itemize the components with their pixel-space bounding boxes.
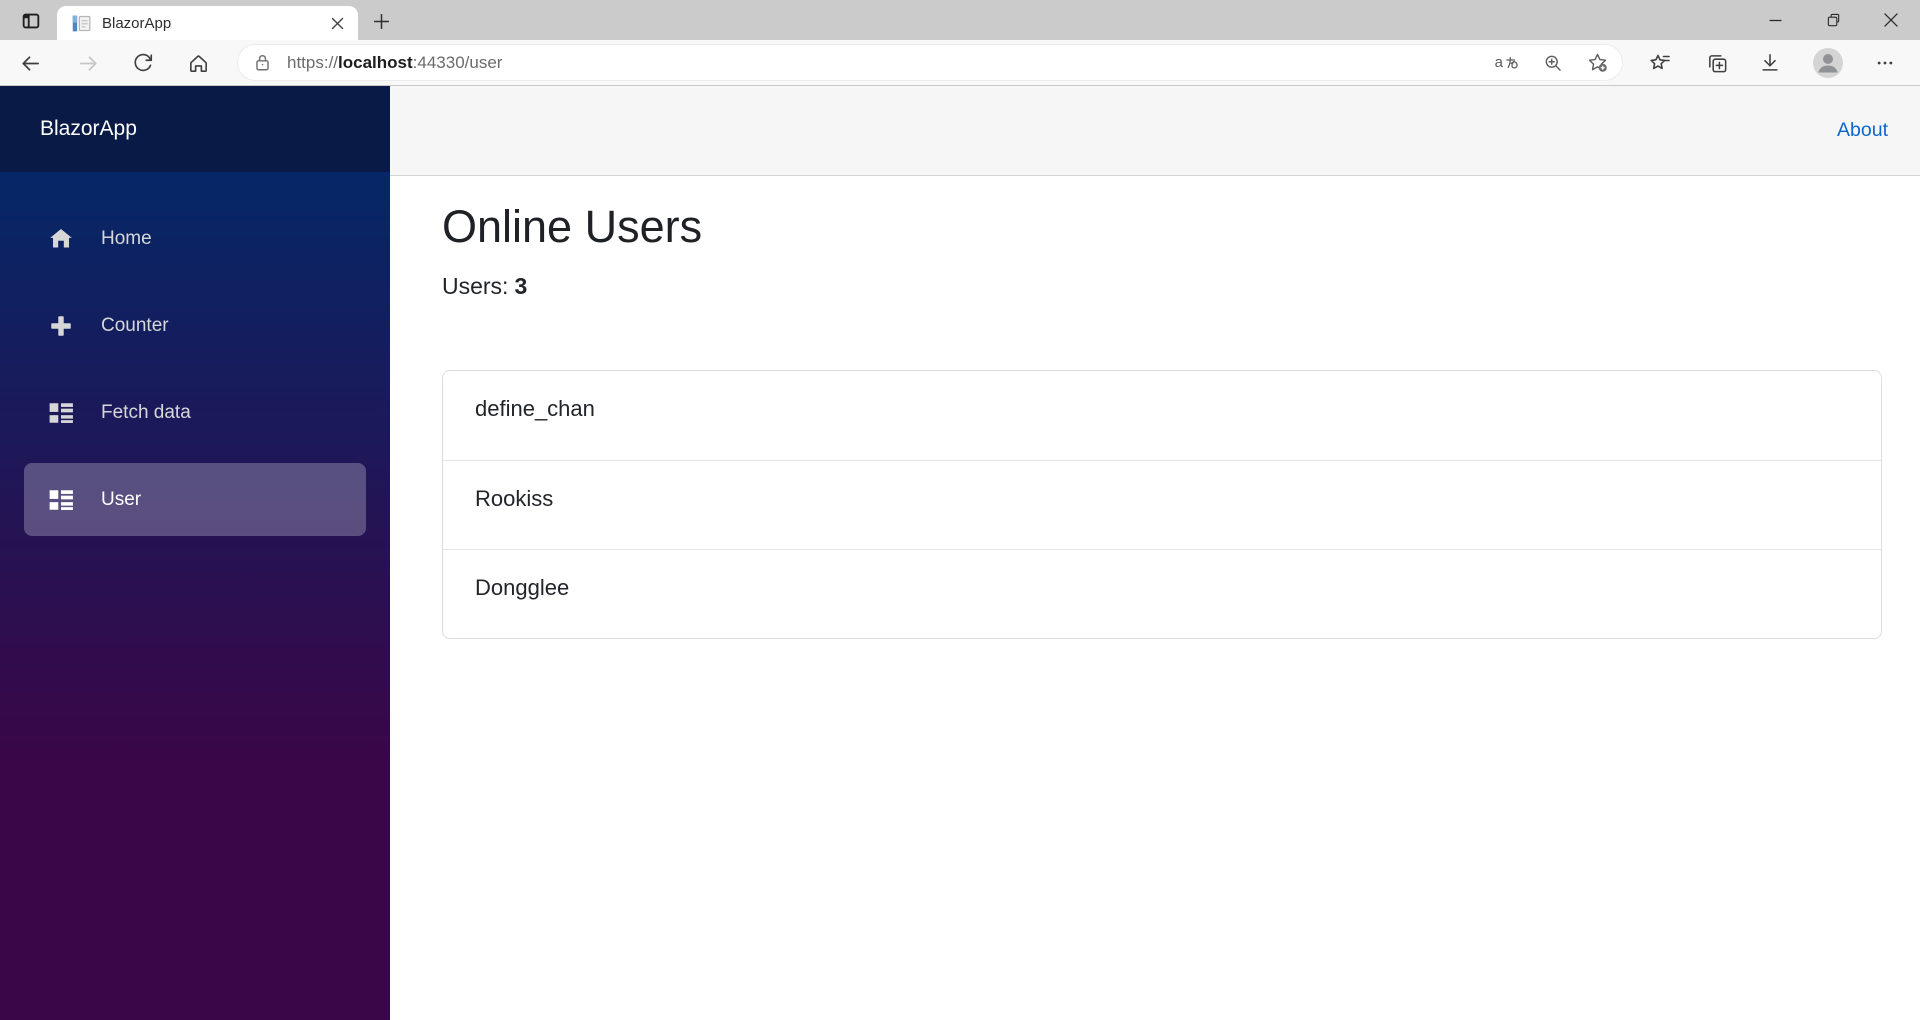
favicon [71, 13, 92, 34]
sidebar-item-label: User [101, 488, 142, 510]
more-button[interactable] [1868, 46, 1902, 80]
address-bar[interactable]: https://localhost:44330/user a [237, 44, 1623, 81]
tab-title: BlazorApp [102, 14, 172, 32]
top-row: About [390, 86, 1920, 176]
lock-icon [254, 53, 271, 72]
sidebar-item-home[interactable]: Home [24, 202, 366, 275]
close-icon [331, 17, 344, 30]
sidebar-item-label: Home [101, 227, 152, 249]
plus-icon [48, 313, 74, 339]
refresh-button[interactable] [126, 46, 160, 80]
translate-icon: a [1494, 54, 1503, 71]
sidebar-item-user[interactable]: User [24, 463, 366, 536]
list-rich-icon [48, 400, 74, 426]
back-icon [19, 52, 42, 75]
user-name: Rookiss [475, 486, 554, 512]
window-close-icon [1884, 13, 1898, 27]
sidebar-item-label: Fetch data [101, 401, 191, 423]
tab-strip: BlazorApp [0, 0, 1920, 40]
translate-button[interactable]: a [1495, 48, 1519, 78]
sidebar-item-fetch-data[interactable]: Fetch data [24, 376, 366, 449]
new-tab-button[interactable] [366, 8, 396, 34]
url-text: https://localhost:44330/user [287, 53, 502, 73]
zoom-in-button[interactable] [1543, 48, 1563, 78]
browser-toolbar: https://localhost:44330/user a [0, 40, 1920, 86]
home-icon [187, 52, 210, 75]
minimize-icon [1769, 14, 1782, 27]
users-count: 3 [514, 273, 528, 300]
minimize-button[interactable] [1746, 0, 1804, 40]
forward-button[interactable] [71, 46, 105, 80]
more-icon [1875, 53, 1895, 73]
window-close-button[interactable] [1862, 0, 1920, 40]
sidebar-nav: Home Counter Fetch data User [0, 172, 390, 536]
user-list-item: define_chan [443, 371, 1881, 460]
url-path: :44330/user [412, 52, 503, 72]
tab-close-button[interactable] [326, 12, 348, 34]
sidebar-item-label: Counter [101, 314, 169, 336]
collections-button[interactable] [1700, 46, 1734, 80]
browser-tab[interactable]: BlazorApp [57, 6, 358, 40]
url-scheme: https:// [287, 52, 339, 72]
sidebar-item-counter[interactable]: Counter [24, 289, 366, 362]
sidebar-brand-row: BlazorApp [0, 86, 390, 172]
forward-icon [77, 52, 100, 75]
users-label: Users: [442, 273, 509, 300]
back-button[interactable] [13, 46, 47, 80]
list-rich-icon [48, 487, 74, 513]
profile-button[interactable] [1811, 46, 1845, 80]
restore-button[interactable] [1804, 0, 1862, 40]
url-host: localhost [338, 52, 413, 72]
zoom-in-icon [1543, 53, 1563, 73]
user-name: Dongglee [475, 575, 570, 601]
sidebar-body: Home Counter Fetch data User [0, 172, 390, 1020]
sidebar: BlazorApp Home Counter Fetch data User [0, 86, 390, 1020]
downloads-button[interactable] [1753, 46, 1787, 80]
collections-icon [1706, 52, 1729, 75]
home-button[interactable] [181, 46, 215, 80]
online-users-list: define_chan Rookiss Dongglee [442, 370, 1882, 640]
main-content: Online Users Users: 3 define_chan Rookiss… [390, 176, 1920, 1020]
restore-icon [1826, 13, 1841, 28]
favorites-button[interactable] [1643, 46, 1677, 80]
users-count-line: Users: 3 [442, 273, 1882, 300]
user-name: define_chan [475, 396, 595, 422]
favorites-icon [1648, 51, 1672, 75]
app-page: BlazorApp Home Counter Fetch data User A… [0, 86, 1920, 1020]
page-title: Online Users [442, 201, 703, 252]
brand-link[interactable]: BlazorApp [40, 117, 137, 141]
window-controls [1746, 0, 1920, 40]
about-link[interactable]: About [1837, 119, 1888, 142]
new-tab-icon [373, 13, 390, 30]
add-favorite-icon [1587, 52, 1608, 73]
tab-actions-icon [20, 10, 42, 32]
downloads-icon [1759, 52, 1781, 74]
tab-actions-button[interactable] [12, 7, 50, 35]
user-list-item: Dongglee [443, 549, 1881, 638]
browser-window: BlazorApp https://localhost:44330/user a… [0, 0, 1920, 1020]
profile-avatar-icon [1813, 48, 1843, 78]
add-favorite-button[interactable] [1587, 48, 1608, 78]
home-icon [48, 226, 74, 252]
refresh-icon [132, 52, 154, 74]
user-list-item: Rookiss [443, 460, 1881, 549]
